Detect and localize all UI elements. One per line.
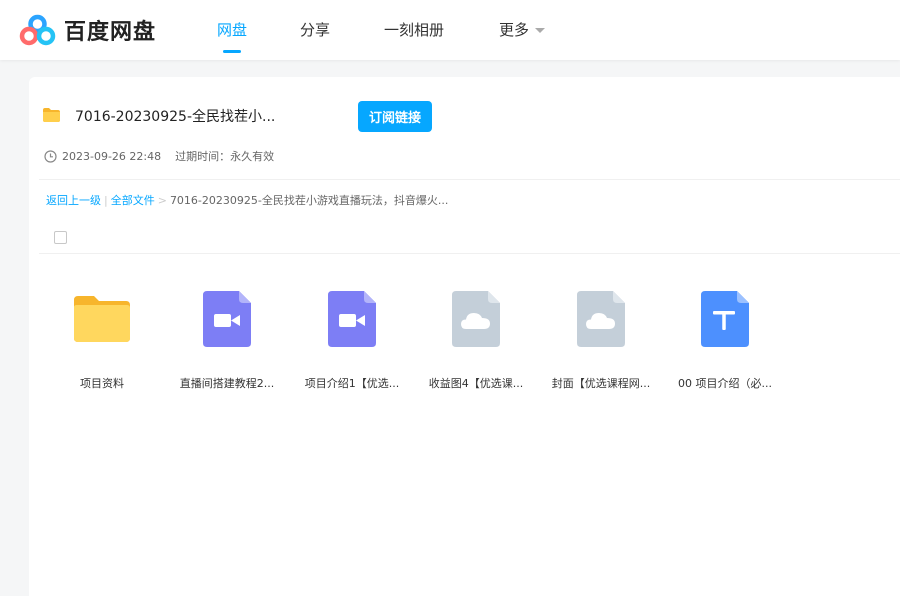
file-name: 封面【优选课程网... (551, 377, 651, 390)
expire-info: 过期时间：永久有效 (175, 150, 275, 163)
breadcrumb-arrow: > (157, 194, 167, 207)
subscribe-link-button[interactable]: 订阅链接 (358, 101, 432, 132)
logo[interactable]: 百度网盘 (19, 14, 156, 46)
file-name: 直播间搭建教程2... (179, 377, 275, 390)
clock-icon (44, 149, 57, 163)
share-time: 2023-09-26 22:48 (62, 149, 162, 163)
file-name: 00 项目介绍（必... (678, 377, 772, 390)
video-file-icon (203, 291, 251, 347)
breadcrumb-separator: | (104, 194, 108, 207)
divider (39, 179, 900, 180)
select-all-checkbox[interactable] (54, 231, 67, 244)
cloud-file-icon (452, 291, 500, 347)
baidu-netdisk-logo-icon (19, 14, 56, 46)
share-title: 7016-20230925-全民找茬小... (75, 109, 276, 125)
file-item[interactable]: 项目介绍1【优选... (294, 289, 410, 391)
nav-item-netdisk[interactable]: 网盘 (217, 19, 248, 53)
share-meta: 2023-09-26 22:48 过期时间：永久有效 (44, 148, 274, 164)
folder-icon (74, 296, 130, 342)
video-file-icon (328, 291, 376, 347)
file-item[interactable]: 封面【优选课程网... (543, 289, 659, 391)
breadcrumb-back-link[interactable]: 返回上一级 (46, 194, 101, 207)
file-name: 收益图4【优选课... (428, 377, 524, 390)
text-file-icon (701, 291, 749, 347)
nav-item-label: 更多 (499, 21, 530, 39)
breadcrumb: 返回上一级 | 全部文件 >7016-20230925-全民找茬小游戏直播玩法，抖音爆… (46, 192, 448, 208)
file-item[interactable]: 00 项目介绍（必... (667, 289, 783, 391)
nav-item-album[interactable]: 一刻相册 (384, 19, 444, 40)
breadcrumb-current: 7016-20230925-全民找茬小游戏直播玩法，抖音爆火... (169, 194, 449, 207)
logo-text: 百度网盘 (64, 20, 157, 45)
nav-item-share[interactable]: 分享 (300, 19, 330, 40)
file-item[interactable]: 项目资料 (44, 289, 160, 391)
file-name: 项目资料 (80, 377, 124, 390)
share-card: 7016-20230925-全民找茬小... 订阅链接 2023-09-26 2… (29, 77, 900, 596)
folder-icon (43, 108, 60, 122)
nav-active-indicator (223, 50, 242, 53)
divider (39, 253, 900, 254)
file-name: 项目介绍1【优选... (304, 377, 400, 390)
chevron-down-icon (535, 28, 546, 33)
nav-item-label: 分享 (300, 21, 331, 39)
top-bar: 百度网盘 网盘 分享 一刻相册 更多 (0, 0, 900, 60)
cloud-file-icon (577, 291, 625, 347)
file-item[interactable]: 直播间搭建教程2... (169, 289, 285, 391)
nav-item-label: 一刻相册 (384, 21, 445, 39)
breadcrumb-all-files-link[interactable]: 全部文件 (111, 194, 155, 207)
file-item[interactable]: 收益图4【优选课... (418, 289, 534, 391)
nav-item-more[interactable]: 更多 (499, 19, 546, 40)
nav-item-label: 网盘 (217, 21, 248, 39)
